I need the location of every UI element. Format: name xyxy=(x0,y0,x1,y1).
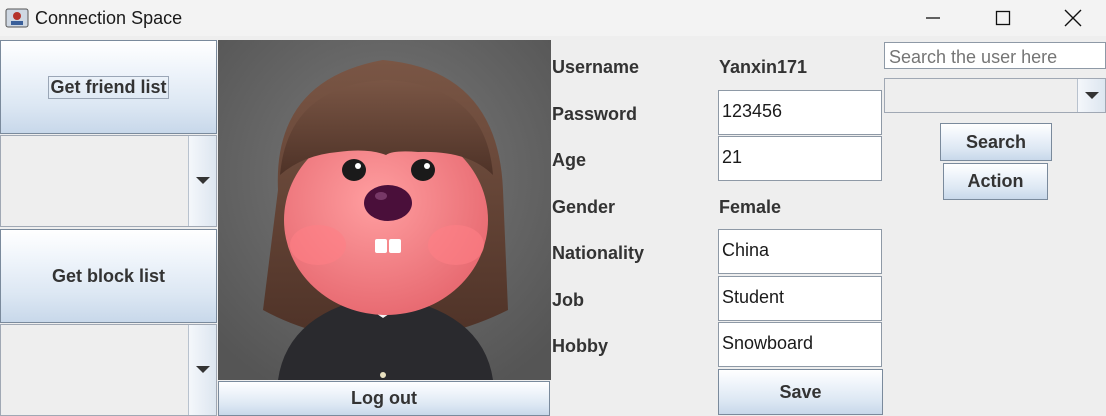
avatar-image xyxy=(218,40,551,380)
close-icon xyxy=(1064,9,1082,27)
get-friend-list-button[interactable]: Get friend list xyxy=(0,40,217,134)
search-combo-arrow[interactable] xyxy=(1077,79,1105,112)
avatar-illustration xyxy=(218,40,551,380)
maximize-button[interactable] xyxy=(968,0,1038,36)
logout-button[interactable]: Log out xyxy=(218,381,550,416)
maximize-icon xyxy=(995,10,1011,26)
window-title: Connection Space xyxy=(35,8,183,28)
username-value: Yanxin171 xyxy=(719,57,808,77)
nationality-label: Nationality xyxy=(552,243,645,263)
chevron-down-icon xyxy=(1084,91,1099,99)
age-field[interactable]: 21 xyxy=(718,136,882,181)
search-input[interactable] xyxy=(884,42,1106,69)
title-bar: Connection Space xyxy=(0,0,1106,36)
close-button[interactable] xyxy=(1038,0,1106,36)
search-button[interactable]: Search xyxy=(940,123,1052,161)
age-label: Age xyxy=(552,150,587,170)
gender-label: Gender xyxy=(552,197,616,217)
get-block-list-label: Get block list xyxy=(51,265,166,286)
block-list-combo[interactable] xyxy=(0,324,217,416)
minimize-button[interactable] xyxy=(898,0,968,36)
get-friend-list-label: Get friend list xyxy=(48,75,169,99)
friend-list-combo[interactable] xyxy=(0,135,217,227)
block-combo-arrow[interactable] xyxy=(188,325,216,415)
job-label: Job xyxy=(552,290,585,310)
minimize-icon xyxy=(926,17,940,19)
chevron-down-icon xyxy=(195,366,210,373)
java-app-icon xyxy=(5,6,29,30)
action-label: Action xyxy=(967,171,1024,191)
friend-combo-arrow[interactable] xyxy=(188,136,216,226)
hobby-field[interactable]: Snowboard xyxy=(718,322,882,367)
search-results-combo[interactable] xyxy=(884,78,1106,113)
get-block-list-button[interactable]: Get block list xyxy=(0,229,217,323)
save-label: Save xyxy=(779,381,822,402)
action-button[interactable]: Action xyxy=(943,163,1048,200)
search-label: Search xyxy=(965,131,1027,152)
chevron-down-icon xyxy=(195,177,210,184)
username-label: Username xyxy=(552,57,640,77)
password-field[interactable]: 123456 xyxy=(718,90,882,135)
save-button[interactable]: Save xyxy=(718,369,883,415)
nationality-field[interactable]: China xyxy=(718,229,882,274)
job-field[interactable]: Student xyxy=(718,276,882,321)
gender-value: Female xyxy=(719,197,782,217)
password-label: Password xyxy=(552,104,638,124)
logout-label: Log out xyxy=(351,388,417,408)
hobby-label: Hobby xyxy=(552,336,608,356)
